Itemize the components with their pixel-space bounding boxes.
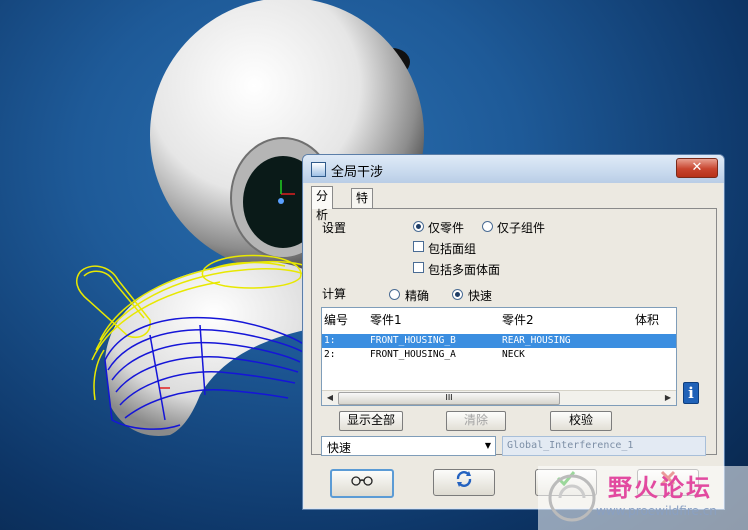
radio-subassembly-only-label: 仅子组件 <box>497 221 546 235</box>
compute-mode-select[interactable]: 快速 ▼ <box>321 436 496 456</box>
preview-button[interactable] <box>330 469 394 498</box>
watermark-url: www.proewildfire.cn <box>596 504 717 518</box>
column-header-part1[interactable]: 零件1 <box>370 311 402 328</box>
row-part2: REAR_HOUSING <box>502 335 571 346</box>
column-header-number[interactable]: 编号 <box>324 311 348 328</box>
watermark-logo-icon <box>548 474 596 522</box>
radio-quick-label: 快速 <box>468 289 493 303</box>
watermark-text: 野火论坛 <box>608 474 712 502</box>
radio-parts-only[interactable] <box>413 221 424 232</box>
clear-button[interactable]: 清除 <box>446 411 506 431</box>
axis-origin <box>278 198 284 204</box>
include-quilts-label: 包括面组 <box>428 242 477 256</box>
glasses-icon <box>350 475 374 491</box>
compute-mode-value: 快速 <box>327 441 352 455</box>
row-part1: FRONT_HOUSING_B <box>370 335 456 346</box>
analysis-name-field[interactable]: Global_Interference_1 <box>502 436 706 456</box>
close-button[interactable]: ✕ <box>676 158 718 178</box>
site-watermark: 野火论坛 www.proewildfire.cn <box>538 466 748 530</box>
row-number: 1: <box>324 335 336 346</box>
radio-subassembly-only[interactable] <box>482 221 493 232</box>
table-header: 编号 零件1 零件2 体积 <box>322 308 676 328</box>
dialog-title: 全局干涉 <box>331 165 384 180</box>
scroll-left-icon[interactable]: ◀ <box>324 392 336 404</box>
table-row[interactable]: 1: FRONT_HOUSING_B REAR_HOUSING <box>322 334 676 348</box>
window-icon <box>311 162 326 177</box>
row-part1: FRONT_HOUSING_A <box>370 349 456 360</box>
refresh-icon <box>454 471 474 492</box>
interference-results-table[interactable]: 编号 零件1 零件2 体积 1: FRONT_HOUSING_B REAR_HO… <box>321 307 677 406</box>
scroll-right-icon[interactable]: ▶ <box>662 392 674 404</box>
radio-exact[interactable] <box>389 289 400 300</box>
radio-exact-label: 精确 <box>405 289 430 303</box>
scroll-thumb[interactable]: III <box>338 392 560 405</box>
compute-label: 计算 <box>322 287 347 301</box>
tab-feature[interactable]: 特征 <box>351 188 374 224</box>
column-header-part2[interactable]: 零件2 <box>502 311 534 328</box>
show-all-button[interactable]: 显示全部 <box>339 411 403 431</box>
include-facets-label: 包括多面体面 <box>428 263 501 277</box>
row-number: 2: <box>324 349 336 360</box>
column-header-volume[interactable]: 体积 <box>635 311 659 328</box>
info-icon[interactable]: i <box>683 382 699 404</box>
chevron-down-icon: ▼ <box>484 441 491 450</box>
include-facets-checkbox[interactable] <box>413 262 424 273</box>
tab-analysis[interactable]: 分析 <box>311 186 334 222</box>
row-part2: NECK <box>502 349 525 360</box>
table-row[interactable]: 2: FRONT_HOUSING_A NECK <box>322 348 676 362</box>
include-quilts-checkbox[interactable] <box>413 241 424 252</box>
verify-button[interactable]: 校验 <box>550 411 612 431</box>
radio-parts-only-label: 仅零件 <box>428 221 465 235</box>
global-interference-dialog: 全局干涉 ✕ 分析 特征 设置 仅零件 仅子组件 包括面组 包括多面体面 计算 … <box>302 154 725 510</box>
repeat-button[interactable] <box>433 469 495 496</box>
horizontal-scrollbar[interactable]: ◀ III ▶ <box>322 390 676 405</box>
dialog-titlebar[interactable]: 全局干涉 ✕ <box>303 155 724 183</box>
radio-quick[interactable] <box>452 289 463 300</box>
